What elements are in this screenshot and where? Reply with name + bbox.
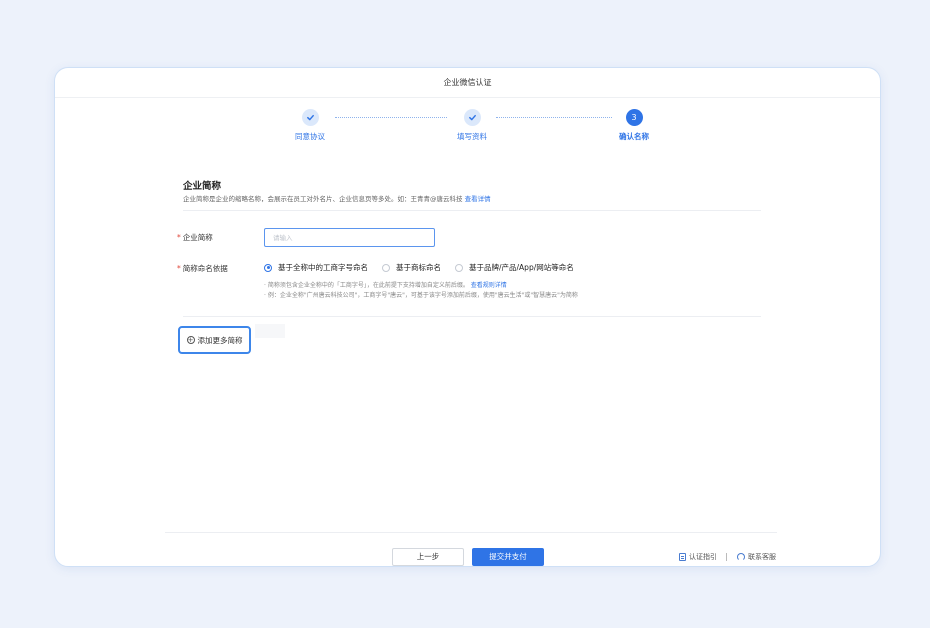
radio-brand-product[interactable]: 基于品牌/产品/App/网站等命名 <box>455 262 574 273</box>
radio-business-name[interactable]: 基于全称中的工商字号命名 <box>264 262 368 273</box>
section-description: 企业简称是企业的缩略名称，会展示在员工对外名片、企业信息页等多处。如：王青青@唐… <box>183 193 491 203</box>
radio-trademark[interactable]: 基于商标命名 <box>382 262 441 273</box>
naming-hint-2: · 例：企业全称"广州唐云科技公司"，工商字号"唐云"，可基于该字号添加前后缀，… <box>264 292 578 299</box>
certification-window: 企业微信认证 同意协议 填写资料 3 确认名称 企业简称 企业简称是企业的缩略名… <box>54 67 881 567</box>
divider <box>183 210 761 211</box>
view-details-link[interactable]: 查看详情 <box>465 195 491 203</box>
submit-and-pay-button[interactable]: 提交并支付 <box>472 548 544 566</box>
check-icon <box>463 109 481 126</box>
add-circle-icon: + <box>186 336 195 344</box>
divider <box>183 316 761 317</box>
naming-hint-1: · 简称须包含企业全称中的「工商字号」，在此前提下支持增加自定义前后缀。 查看规… <box>264 282 507 289</box>
placeholder-area <box>255 324 285 338</box>
document-icon <box>679 553 686 561</box>
radio-icon <box>455 263 463 272</box>
name-label: * 企业简称 <box>177 233 213 242</box>
section-title: 企业简称 <box>183 181 222 192</box>
step-label: 同意协议 <box>295 132 325 141</box>
naming-basis-radio-group: 基于全称中的工商字号命名 基于商标命名 基于品牌/产品/App/网站等命名 <box>264 262 588 273</box>
step-label: 填写资料 <box>457 132 487 141</box>
step-fill-info: 填写资料 <box>427 109 517 142</box>
footer-divider <box>165 532 777 533</box>
headset-icon <box>737 553 745 561</box>
footer-separator <box>726 553 727 561</box>
add-more-names-button[interactable]: + 添加更多简称 <box>178 326 251 354</box>
radio-icon <box>382 263 390 272</box>
check-icon <box>301 109 319 126</box>
window-title: 企业微信认证 <box>55 68 880 98</box>
step-confirm-name: 3 确认名称 <box>589 109 679 142</box>
contact-support-link[interactable]: 联系客服 <box>737 552 776 562</box>
certification-guide-link[interactable]: 认证指引 <box>679 552 717 562</box>
radio-icon <box>264 263 272 272</box>
short-name-input[interactable] <box>264 228 435 247</box>
step-agree: 同意协议 <box>265 109 355 142</box>
previous-step-button[interactable]: 上一步 <box>392 548 464 566</box>
description-text: 企业简称是企业的缩略名称，会展示在员工对外名片、企业信息页等多处。如：王青青@唐… <box>183 195 463 203</box>
step-label: 确认名称 <box>619 132 649 141</box>
rule-details-link[interactable]: 查看规则详情 <box>471 282 507 289</box>
basis-label: * 简称命名依据 <box>177 264 228 273</box>
step-number: 3 <box>625 109 643 126</box>
